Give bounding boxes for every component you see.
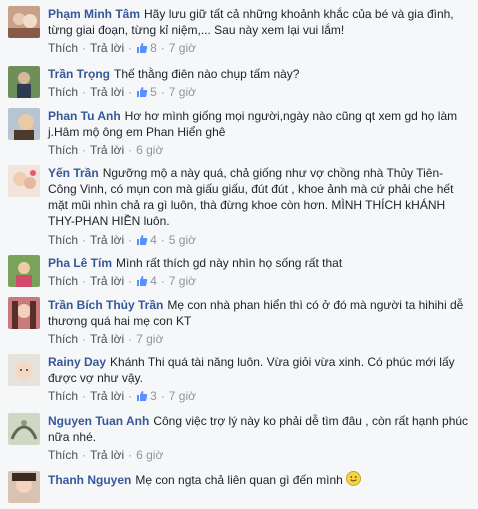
comment-time[interactable]: 5 giờ <box>169 233 196 247</box>
comment-author[interactable]: Trần Bích Thủy Trần <box>48 298 163 312</box>
reply-link[interactable]: Trả lời <box>90 85 124 99</box>
comment-time[interactable]: 7 giờ <box>169 41 196 55</box>
comment-body: Phạm Minh Tâm Hãy lưu giữ tất cả những kh… <box>48 6 470 38</box>
reply-link[interactable]: Trả lời <box>90 389 124 403</box>
comment-author[interactable]: Phan Tu Anh <box>48 109 121 123</box>
reply-link[interactable]: Trả lời <box>90 233 124 247</box>
reply-link[interactable]: Trả lời <box>90 448 124 462</box>
comment-actions: Thích · Trả lời · 5 · 7 giờ <box>48 85 197 99</box>
avatar[interactable] <box>8 354 40 386</box>
like-count[interactable]: 5 <box>150 85 157 99</box>
comment-text: Mình rất thích gd này nhìn họ sống rất t… <box>116 256 343 270</box>
reply-link[interactable]: Trả lời <box>90 274 124 288</box>
comment-text: Khánh Thi quá tài năng luôn. Vừa giỏi vừ… <box>48 355 455 385</box>
comment-actions: Thích · Trả lời · 3 · 7 giờ <box>48 389 197 403</box>
like-count[interactable]: 4 <box>150 233 157 247</box>
like-link[interactable]: Thích <box>48 233 78 247</box>
avatar[interactable] <box>8 6 40 38</box>
like-count-icon <box>137 276 148 286</box>
like-count[interactable]: 3 <box>150 389 157 403</box>
avatar[interactable] <box>8 471 40 503</box>
like-link[interactable]: Thích <box>48 143 78 157</box>
reply-link[interactable]: Trả lời <box>90 41 124 55</box>
like-link[interactable]: Thích <box>48 332 78 346</box>
comment-body: Thanh Nguyen Mẹ con ngta chả liên quan gì… <box>48 471 470 488</box>
reply-link[interactable]: Trả lời <box>90 143 124 157</box>
smile-emoji-icon <box>346 471 362 486</box>
comment-time[interactable]: 7 giờ <box>169 274 196 288</box>
like-count[interactable]: 8 <box>150 41 157 55</box>
avatar[interactable] <box>8 165 40 197</box>
avatar[interactable] <box>8 413 40 445</box>
comment-body: Trần Bích Thủy Trần Mẹ con nhà phan hiển … <box>48 297 470 329</box>
comment-actions: Thích · Trả lời · 6 giờ <box>48 448 164 462</box>
like-count-icon <box>137 391 148 401</box>
comment-author[interactable]: Trần Trọng <box>48 67 110 81</box>
avatar[interactable] <box>8 66 40 98</box>
comment-actions: Thích · Trả lời · 8 · 7 giờ <box>48 41 197 55</box>
comment-body: Phan Tu Anh Hơ hơ mình giống mọi người,ng… <box>48 108 470 140</box>
comment-actions: Thích · Trả lời · 7 giờ <box>48 332 164 346</box>
like-count-icon <box>137 235 148 245</box>
comment-text: Mẹ con ngta chả liên quan gì đến mình <box>135 473 343 487</box>
comment-body: Yến Trần Ngưỡng mộ a này quá, chả giống n… <box>48 165 470 229</box>
like-count[interactable]: 4 <box>150 274 157 288</box>
comment-time[interactable]: 6 giờ <box>136 448 163 462</box>
comment-actions: Thích · Trả lời · 6 giờ <box>48 143 164 157</box>
comment-author[interactable]: Thanh Nguyen <box>48 473 131 487</box>
avatar[interactable] <box>8 297 40 329</box>
avatar[interactable] <box>8 108 40 140</box>
like-count-icon <box>137 87 148 97</box>
comment-author[interactable]: Phạm Minh Tâm <box>48 7 140 21</box>
comment-body: Trần Trọng Thế thằng điên nào chụp tấm nà… <box>48 66 470 82</box>
comment-time[interactable]: 7 giờ <box>136 332 163 346</box>
like-link[interactable]: Thích <box>48 274 78 288</box>
like-link[interactable]: Thích <box>48 389 78 403</box>
comment-actions: Thích · Trả lời · 4 · 5 giờ <box>48 233 197 247</box>
comment-time[interactable]: 7 giờ <box>169 85 196 99</box>
comment-time[interactable]: 7 giờ <box>169 389 196 403</box>
comment-body: Pha Lê Tím Mình rất thích gd này nhìn họ … <box>48 255 470 271</box>
like-count-icon <box>137 43 148 53</box>
comment-actions: Thích · Trả lời · 4 · 7 giờ <box>48 274 197 288</box>
comment-author[interactable]: Pha Lê Tím <box>48 256 112 270</box>
comment-body: Rainy Day Khánh Thi quá tài năng luôn. Vừ… <box>48 354 470 386</box>
avatar[interactable] <box>8 255 40 287</box>
comment-text: Thế thằng điên nào chụp tấm này? <box>114 67 300 81</box>
comment-author[interactable]: Nguyen Tuan Anh <box>48 414 149 428</box>
comment-time[interactable]: 6 giờ <box>136 143 163 157</box>
like-link[interactable]: Thích <box>48 448 78 462</box>
comment-text: Ngưỡng mộ a này quá, chả giống như vợ ch… <box>48 166 454 228</box>
like-link[interactable]: Thích <box>48 41 78 55</box>
reply-link[interactable]: Trả lời <box>90 332 124 346</box>
comment-body: Nguyen Tuan Anh Công việc trợ lý này ko p… <box>48 413 470 445</box>
like-link[interactable]: Thích <box>48 85 78 99</box>
comment-author[interactable]: Rainy Day <box>48 355 106 369</box>
comment-list: Phạm Minh Tâm Hãy lưu giữ tất cả những kh… <box>0 0 478 509</box>
comment-author[interactable]: Yến Trần <box>48 166 99 180</box>
